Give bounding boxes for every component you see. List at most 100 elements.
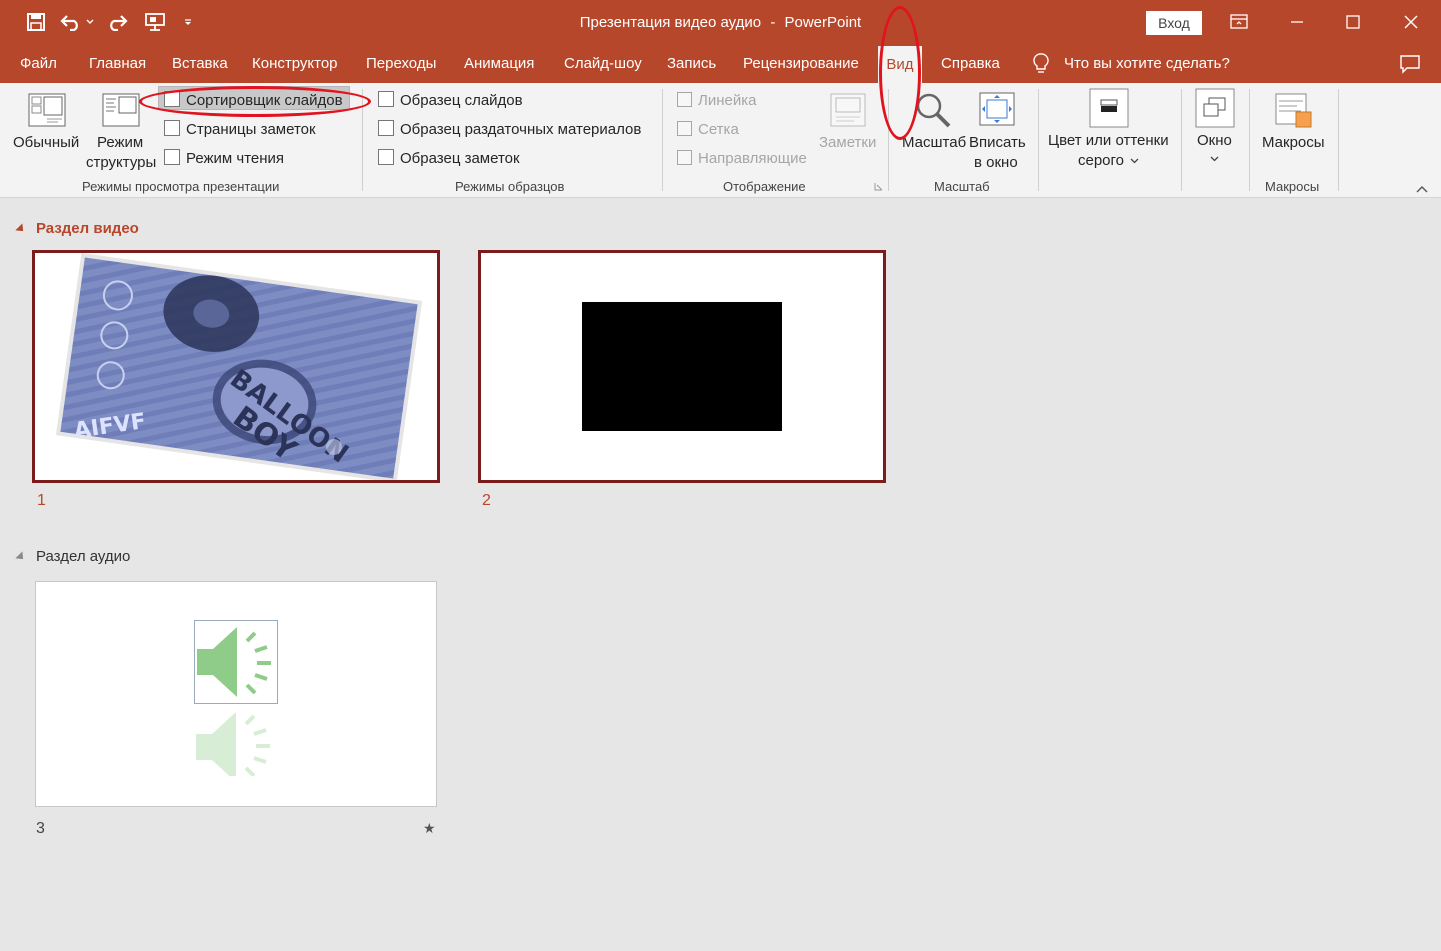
- group-separator: [1338, 89, 1339, 191]
- tell-me-search[interactable]: Что вы хотите сделать?: [1064, 55, 1230, 72]
- group-label-zoom: Масштаб: [934, 179, 990, 194]
- tab-insert[interactable]: Вставка: [172, 55, 228, 72]
- group-separator: [1181, 89, 1182, 191]
- grid-label: Сетка: [698, 121, 739, 138]
- normal-view-button[interactable]: Обычный: [13, 134, 79, 151]
- dialog-launcher-icon[interactable]: [874, 182, 883, 191]
- tab-design[interactable]: Конструктор: [252, 55, 338, 72]
- slide-thumbnail-3[interactable]: [35, 581, 437, 807]
- slide-thumbnail-2[interactable]: [478, 250, 886, 483]
- slide-2-video-placeholder: [582, 302, 782, 431]
- ribbon-view: Обычный Режим структуры Сортировщик слай…: [0, 83, 1441, 198]
- fit-to-window-icon: [979, 92, 1015, 126]
- group-separator: [362, 89, 363, 191]
- ribbon-tabs: Файл Главная Вставка Конструктор Переход…: [0, 46, 1441, 83]
- slide-thumbnail-1[interactable]: BALLOON BOY AIFVF: [32, 250, 440, 483]
- slide-number-3: 3: [36, 820, 45, 837]
- group-separator: [1038, 89, 1039, 191]
- group-separator: [662, 89, 663, 191]
- slide-1-poster-image: BALLOON BOY AIFVF: [35, 253, 437, 480]
- reading-view-button[interactable]: Режим чтения: [186, 150, 284, 167]
- notes-page-button[interactable]: Страницы заметок: [186, 121, 316, 138]
- speaker-icon: [197, 627, 271, 697]
- title-separator: -: [770, 14, 776, 31]
- document-name: Презентация видео аудио: [579, 14, 762, 31]
- app-name: PowerPoint: [784, 14, 862, 31]
- guides-checkbox[interactable]: [677, 150, 692, 165]
- ruler-checkbox[interactable]: [677, 92, 692, 107]
- zoom-button[interactable]: Масштаб: [902, 134, 966, 151]
- notes-master-icon: [378, 149, 394, 165]
- tab-file[interactable]: Файл: [20, 55, 57, 72]
- slide-master-icon: [378, 91, 394, 107]
- notes-button[interactable]: Заметки: [819, 134, 876, 151]
- notes-page-icon: [164, 120, 180, 136]
- color-grayscale-label-line2[interactable]: серого: [1078, 152, 1124, 169]
- collapse-ribbon-icon[interactable]: [1416, 185, 1428, 193]
- minimize-button[interactable]: [1282, 8, 1312, 36]
- minimize-icon: [1291, 21, 1303, 23]
- guides-label: Направляющие: [698, 150, 807, 167]
- signin-button[interactable]: Вход: [1146, 11, 1202, 35]
- window-icon: [1195, 88, 1235, 128]
- slide-number-2: 2: [482, 492, 491, 509]
- speaker-reflection: [194, 706, 278, 776]
- chevron-down-icon: [1130, 158, 1139, 164]
- slide-master-button[interactable]: Образец слайдов: [400, 92, 523, 109]
- star-icon: ★: [423, 820, 436, 836]
- slide-number-1: 1: [37, 492, 46, 509]
- tab-transitions[interactable]: Переходы: [366, 55, 436, 72]
- slide-sorter-label[interactable]: Сортировщик слайдов: [186, 92, 343, 109]
- restore-icon: [1230, 14, 1248, 29]
- section-header-audio[interactable]: Раздел аудио: [15, 548, 131, 565]
- section-title: Раздел видео: [36, 220, 139, 237]
- maximize-button[interactable]: [1338, 8, 1368, 36]
- notes-master-button[interactable]: Образец заметок: [400, 150, 520, 167]
- section-header-video[interactable]: Раздел видео: [15, 220, 139, 237]
- group-label-show: Отображение: [723, 179, 806, 194]
- tab-home[interactable]: Главная: [89, 55, 146, 72]
- ruler-label: Линейка: [698, 92, 757, 109]
- tab-record[interactable]: Запись: [667, 55, 716, 72]
- slide-sorter-icon: [164, 91, 180, 107]
- group-label-macros: Макросы: [1265, 179, 1320, 194]
- macros-button[interactable]: Макросы: [1262, 134, 1325, 151]
- color-grayscale-label-line1[interactable]: Цвет или оттенки: [1048, 132, 1169, 149]
- window-button[interactable]: Окно: [1197, 132, 1232, 149]
- close-icon: [1404, 15, 1418, 29]
- fit-to-window-label-line2[interactable]: в окно: [974, 154, 1018, 171]
- tab-help[interactable]: Справка: [941, 55, 1000, 72]
- outline-view-label-line1[interactable]: Режим: [97, 134, 143, 151]
- section-title: Раздел аудио: [36, 548, 131, 565]
- lightbulb-icon: [1033, 53, 1049, 73]
- group-label-master-views: Режимы образцов: [455, 179, 565, 194]
- close-button[interactable]: [1396, 8, 1426, 36]
- title-bar: Презентация видео аудио - PowerPoint Вхо…: [0, 0, 1441, 46]
- handout-master-button[interactable]: Образец раздаточных материалов: [400, 121, 641, 138]
- normal-view-icon: [28, 93, 66, 127]
- collapse-triangle-icon: [15, 550, 27, 563]
- ribbon-display-options-button[interactable]: [1224, 8, 1254, 36]
- speaker-icon-box: [194, 620, 278, 704]
- tab-review[interactable]: Рецензирование: [743, 55, 859, 72]
- tab-view[interactable]: Вид: [878, 46, 922, 83]
- fit-to-window-label-line1[interactable]: Вписать: [969, 134, 1026, 151]
- reading-view-icon: [164, 149, 180, 165]
- macros-icon: [1275, 93, 1312, 128]
- grayscale-icon: [1089, 88, 1129, 128]
- tab-animations[interactable]: Анимация: [464, 55, 534, 72]
- collapse-triangle-icon: [15, 222, 27, 235]
- maximize-icon: [1346, 15, 1360, 29]
- outline-view-label-line2[interactable]: структуры: [86, 154, 156, 171]
- notes-icon: [830, 93, 866, 127]
- handout-master-icon: [378, 120, 394, 136]
- tab-slideshow[interactable]: Слайд-шоу: [564, 55, 642, 72]
- outline-view-icon: [102, 93, 140, 127]
- group-separator: [888, 89, 889, 191]
- group-separator: [1249, 89, 1250, 191]
- chevron-down-icon: [1210, 156, 1219, 162]
- group-label-presentation-views: Режимы просмотра презентации: [82, 179, 280, 194]
- grid-checkbox[interactable]: [677, 121, 692, 136]
- comments-icon[interactable]: [1399, 54, 1421, 74]
- zoom-icon: [916, 93, 951, 128]
